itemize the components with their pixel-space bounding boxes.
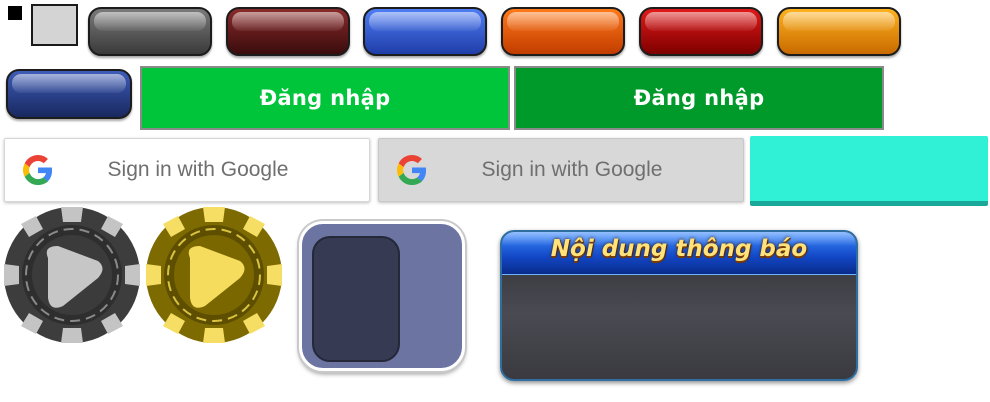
- notification-dialog: Nội dung thông báo: [500, 230, 858, 381]
- yellow-chip-icon[interactable]: [145, 206, 283, 344]
- gray-chip-icon[interactable]: [3, 206, 141, 344]
- teal-button[interactable]: [750, 136, 988, 206]
- blue-pill-button[interactable]: [363, 7, 487, 56]
- toggle-knob[interactable]: [312, 236, 400, 362]
- google-signin-label: Sign in with Google: [481, 158, 663, 181]
- dialog-title: Nội dung thông báo: [550, 236, 808, 262]
- gray-checkbox-square[interactable]: [31, 4, 78, 46]
- orange-pill-button[interactable]: [501, 7, 625, 56]
- google-signin-button-pressed[interactable]: Sign in with Google: [378, 138, 744, 202]
- dark-red-pill-button[interactable]: [226, 7, 350, 56]
- google-signin-label: Sign in with Google: [107, 158, 289, 181]
- amber-pill-button[interactable]: [777, 7, 901, 56]
- google-signin-button[interactable]: Sign in with Google: [4, 138, 370, 202]
- login-button[interactable]: Đăng nhập: [140, 66, 510, 130]
- toggle-switch[interactable]: [299, 221, 465, 371]
- gray-pill-button[interactable]: [88, 7, 212, 56]
- login-button-pressed[interactable]: Đăng nhập: [514, 66, 884, 130]
- navy-pill-button[interactable]: [6, 69, 132, 119]
- red-pill-button[interactable]: [639, 7, 763, 56]
- google-g-icon: [397, 155, 427, 185]
- black-square: [8, 6, 22, 20]
- google-g-icon: [23, 155, 53, 185]
